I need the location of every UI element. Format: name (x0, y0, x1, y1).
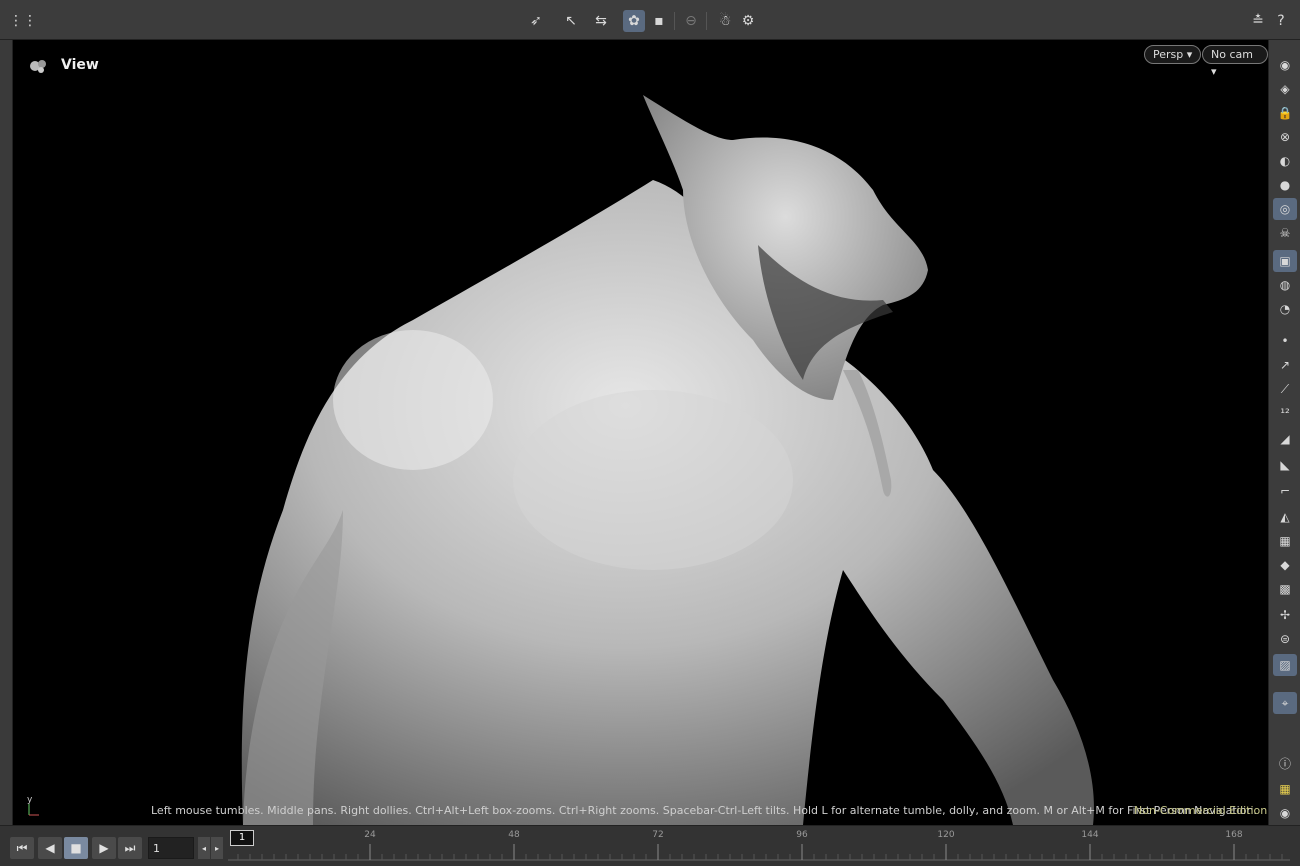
help-icon[interactable]: ? (1270, 10, 1292, 32)
camera-persp-icon[interactable]: ◔ (1273, 298, 1297, 320)
render-tool-icon[interactable]: ☃ (714, 10, 736, 32)
transform-tool-icon[interactable]: ⇆ (590, 10, 612, 32)
geometry-icon[interactable]: ▣ (1273, 250, 1297, 272)
right-display-toolbar: ◉ ◈ 🔒 ⊗ ◐ ● ◎ ☠ ▣ ◍ ◔ • ↗ ⟋ ¹² ◢ ◣ ⌐ ◭ ▦… (1268, 40, 1300, 825)
left-strip (0, 40, 12, 825)
3d-viewport[interactable]: View Persp ▾ No cam ▾ y Left mouse tumbl… (12, 40, 1268, 825)
move-tool-icon[interactable]: ↖ (560, 10, 582, 32)
lock-icon[interactable]: 🔒 (1273, 102, 1297, 124)
play-reverse-icon[interactable]: ◀ (38, 837, 62, 859)
primitive-icon[interactable]: ◢ (1273, 428, 1297, 450)
tick-label: 48 (508, 830, 520, 840)
current-frame-marker[interactable]: 1 (230, 830, 254, 846)
point-icon[interactable]: • (1273, 330, 1297, 352)
skeleton-icon[interactable]: ☠ (1273, 222, 1297, 244)
light-icon[interactable]: ● (1273, 174, 1297, 196)
creature-model (241, 95, 1094, 825)
primitive-number-icon[interactable]: ◣ (1273, 454, 1297, 476)
background-image-icon[interactable]: ▨ (1273, 654, 1297, 676)
axis-indicator-icon: y (27, 795, 39, 816)
point-number-icon[interactable]: ¹² (1273, 402, 1297, 424)
handle-icon[interactable]: ✢ (1273, 604, 1297, 626)
checker-icon[interactable]: ▦ (1273, 530, 1297, 552)
xray-icon[interactable]: ⊗ (1273, 126, 1297, 148)
top-toolbar: ⋮⋮ ➶ ↖ ⇆ ✿ ▪ ⊖ ☃ ⚙ ≛ ? (0, 0, 1300, 40)
playbar: ⏮ ◀ ■ ▶ ⏭ 1 ◂ ▸ 24 48 72 96 120 144 168 … (0, 825, 1300, 866)
jump-end-icon[interactable]: ⏭ (118, 837, 142, 859)
normal-icon[interactable]: ↗ (1273, 354, 1297, 376)
projection-dropdown[interactable]: Persp ▾ (1144, 45, 1202, 64)
tick-label: 120 (937, 830, 955, 840)
layer-icon[interactable]: ⊜ (1273, 628, 1297, 650)
camera-tool-icon[interactable]: ▪ (648, 10, 670, 32)
jump-start-icon[interactable]: ⏮ (10, 837, 34, 859)
border-icon[interactable]: ⌐ (1273, 480, 1297, 502)
view-tool-icon[interactable]: ✿ (623, 10, 645, 32)
houdini-app: ⋮⋮ ➶ ↖ ⇆ ✿ ▪ ⊖ ☃ ⚙ ≛ ? View Persp ▾ No c… (0, 0, 1300, 866)
view-icon (30, 60, 46, 73)
camera-icon[interactable]: ◍ (1273, 274, 1297, 296)
frame-input[interactable]: 1 (148, 837, 194, 859)
eye-icon[interactable]: ◉ (1273, 54, 1297, 76)
disabled-tool-icon[interactable]: ⊖ (680, 10, 702, 32)
uv-icon[interactable]: ◭ (1273, 506, 1297, 528)
ghost-icon[interactable]: ◈ (1273, 78, 1297, 100)
timeline-ruler[interactable]: 24 48 72 96 120 144 168 (228, 830, 1290, 864)
shading-icon[interactable]: ◐ (1273, 150, 1297, 172)
select-tool-icon[interactable]: ➶ (525, 10, 547, 32)
diamond-icon[interactable]: ◆ (1273, 554, 1297, 576)
svg-text:y: y (27, 795, 33, 805)
options-icon[interactable]: ≛ (1247, 10, 1269, 32)
pin-icon[interactable]: ⌖ (1273, 692, 1297, 714)
step-forward-icon[interactable]: ▸ (211, 837, 223, 859)
quad-layout-icon[interactable]: ▦ (1273, 778, 1297, 800)
viewport-title: View (61, 57, 99, 73)
step-back-icon[interactable]: ◂ (198, 837, 210, 859)
tick-label: 168 (1225, 830, 1243, 840)
stop-icon[interactable]: ■ (64, 837, 88, 859)
camera-dropdown[interactable]: No cam ▾ (1202, 45, 1268, 78)
info-icon[interactable]: ⓘ (1273, 752, 1297, 774)
settings-gear-icon[interactable]: ⚙ (737, 10, 759, 32)
tick-label: 24 (364, 830, 376, 840)
edition-label: Non-Commercial Edition (1134, 804, 1268, 817)
visibility-eye-icon[interactable]: ◉ (1273, 802, 1297, 824)
tick-label: 96 (796, 830, 808, 840)
tick-label: 144 (1081, 830, 1099, 840)
headlight-icon[interactable]: ◎ (1273, 198, 1297, 220)
tick-label: 72 (652, 830, 664, 840)
image-icon[interactable]: ▩ (1273, 578, 1297, 600)
status-hint-text: Left mouse tumbles. Middle pans. Right d… (151, 804, 1257, 817)
play-forward-icon[interactable]: ▶ (92, 837, 116, 859)
grid-menu-icon[interactable]: ⋮⋮ (9, 10, 37, 32)
vector-icon[interactable]: ⟋ (1273, 378, 1297, 400)
